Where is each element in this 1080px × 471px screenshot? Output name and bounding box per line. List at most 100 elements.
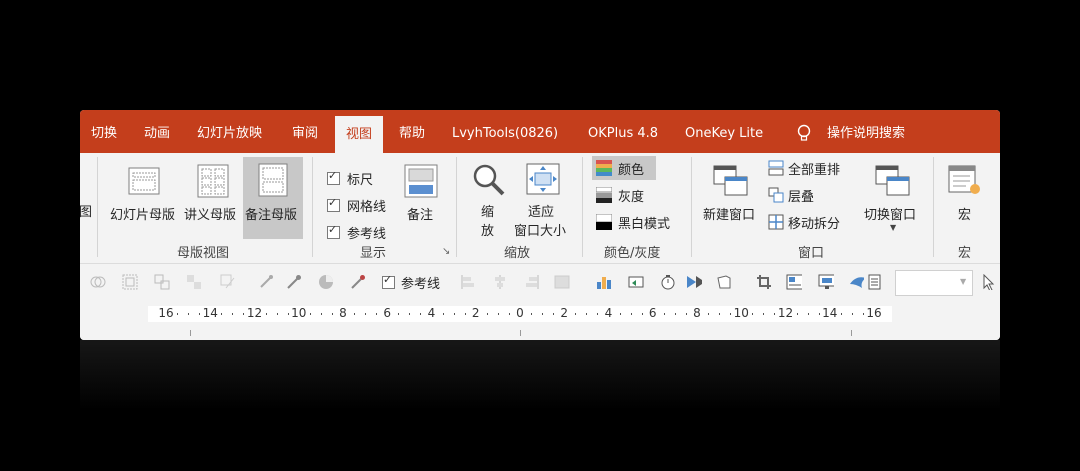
group-icon[interactable] bbox=[122, 274, 138, 290]
ruler-tick bbox=[851, 313, 853, 315]
ruler-label: 8 bbox=[693, 306, 701, 320]
format-icon[interactable] bbox=[220, 274, 236, 290]
tab-lvyhtools[interactable]: LvyhTools(0826) bbox=[452, 110, 558, 153]
ribbon-tab-bar: 切换 动画 幻灯片放映 审阅 视图 帮助 LvyhTools(0826) OKP… bbox=[80, 110, 1000, 153]
color-button[interactable]: 颜色 bbox=[592, 156, 656, 180]
cascade-button[interactable]: 层叠 bbox=[766, 184, 850, 206]
picture-caption-icon[interactable] bbox=[786, 274, 802, 290]
ruler-label: 2 bbox=[560, 306, 569, 320]
align-left-icon[interactable] bbox=[460, 274, 476, 290]
notes-page-icon[interactable] bbox=[866, 274, 882, 290]
grayscale-label: 灰度 bbox=[618, 190, 645, 205]
ruler-label: 6 bbox=[648, 306, 657, 320]
ruler-tick bbox=[309, 313, 311, 315]
animation-icon[interactable] bbox=[686, 274, 702, 290]
tab-okplus[interactable]: OKPlus 4.8 bbox=[588, 110, 658, 153]
tab-onekey[interactable]: OneKey Lite bbox=[685, 110, 763, 153]
handout-master-button[interactable]: 讲义母版 bbox=[183, 159, 243, 239]
move-split-label: 移动拆分 bbox=[788, 217, 841, 232]
ruler-label: 10 bbox=[733, 306, 749, 320]
ruler-label: 2 bbox=[471, 306, 480, 320]
ruler-tick bbox=[796, 313, 798, 315]
eyedropper-icon[interactable] bbox=[286, 274, 302, 290]
align-right-icon[interactable] bbox=[524, 274, 540, 290]
ruler-tick bbox=[674, 313, 676, 315]
tab-animations[interactable]: 动画 bbox=[144, 110, 170, 153]
ruler-tick bbox=[630, 313, 632, 315]
shape-union-icon[interactable] bbox=[90, 274, 106, 290]
ruler-tick bbox=[320, 313, 322, 315]
ruler-label: 6 bbox=[383, 306, 392, 320]
gridlines-checkbox[interactable] bbox=[327, 196, 340, 212]
handout-master-icon bbox=[197, 164, 229, 198]
slide-master-button[interactable]: 幻灯片母版 bbox=[106, 159, 182, 239]
ruler-tick bbox=[221, 313, 223, 315]
slide-master-icon bbox=[128, 167, 160, 195]
new-window-label: 新建窗口 bbox=[703, 208, 756, 223]
ruler-tick bbox=[497, 313, 499, 315]
tab-slideshow[interactable]: 幻灯片放映 bbox=[197, 110, 262, 153]
group-label-window: 窗口 bbox=[798, 246, 825, 261]
ruler-tick bbox=[763, 313, 765, 315]
align-center-icon[interactable] bbox=[492, 274, 508, 290]
powerpoint-window: 切换 动画 幻灯片放映 审阅 视图 帮助 LvyhTools(0826) OKP… bbox=[80, 110, 1000, 340]
macros-label: 宏 bbox=[958, 208, 972, 223]
lightbulb-icon bbox=[797, 124, 811, 141]
tab-view[interactable]: 视图 bbox=[335, 116, 384, 153]
ruler-tick bbox=[752, 313, 754, 315]
tab-help[interactable]: 帮助 bbox=[399, 110, 425, 153]
slide-transition-icon[interactable] bbox=[628, 274, 644, 290]
ruler-label: 4 bbox=[427, 306, 436, 320]
dialog-launcher-icon[interactable]: ↘ bbox=[442, 246, 450, 257]
notes-button[interactable]: 备注 bbox=[398, 159, 446, 239]
eyedropper-icon-2[interactable] bbox=[350, 274, 366, 290]
ungroup-icon[interactable] bbox=[154, 274, 170, 290]
guides-qat-checkbox[interactable] bbox=[382, 273, 395, 289]
pie-icon[interactable] bbox=[318, 274, 334, 290]
notes-master-label: 备注母版 bbox=[245, 208, 298, 223]
ruler-label: 标尺 bbox=[347, 173, 374, 188]
arrange-all-button[interactable]: 全部重排 bbox=[766, 157, 850, 179]
guides-checkbox[interactable] bbox=[327, 223, 340, 239]
regroup-icon[interactable] bbox=[186, 274, 202, 290]
window-reflection bbox=[80, 340, 1000, 410]
tab-review[interactable]: 审阅 bbox=[292, 110, 318, 153]
crop-icon[interactable] bbox=[756, 274, 772, 290]
zoom-button[interactable]: 缩 放 bbox=[469, 159, 509, 239]
ruler-label: 16 bbox=[866, 306, 882, 320]
ruler-tick bbox=[542, 313, 544, 315]
partial-button-label[interactable]: 图 bbox=[80, 201, 92, 220]
notes-master-button[interactable]: 备注母版 bbox=[243, 157, 303, 239]
horizontal-ruler[interactable]: 16 14 12 10 8 6 4 2 0 2 4 6 8 10 12 14 16 bbox=[148, 306, 892, 322]
ruler-tick bbox=[575, 313, 577, 315]
macros-button[interactable]: 宏 bbox=[942, 159, 986, 239]
tab-transitions[interactable]: 切换 bbox=[91, 110, 117, 153]
font-size-dropdown[interactable]: ▼ bbox=[895, 270, 973, 296]
3d-box-icon[interactable]: ▼ bbox=[716, 274, 732, 290]
black-white-button[interactable]: 黑白模式 bbox=[592, 210, 682, 234]
ruler-tab-marker bbox=[190, 330, 191, 336]
ruler-tick bbox=[409, 313, 411, 315]
fit-to-window-button[interactable]: 适应 窗口大小 bbox=[513, 159, 573, 239]
fit-window-icon bbox=[526, 163, 560, 195]
divider bbox=[582, 157, 583, 257]
screen-icon[interactable] bbox=[818, 274, 834, 290]
timer-icon[interactable] bbox=[660, 274, 676, 290]
fill-color-icon[interactable]: ▼ bbox=[554, 274, 570, 290]
move-split-button[interactable]: 移动拆分 bbox=[766, 211, 850, 233]
quick-access-toolbar: 参考线 ▼ ▼ ▼ bbox=[80, 264, 1000, 300]
ruler-tick bbox=[807, 313, 809, 315]
guides-label: 参考线 bbox=[347, 227, 387, 242]
ruler-checkbox[interactable] bbox=[327, 169, 340, 185]
new-window-button[interactable]: 新建窗口 bbox=[700, 159, 762, 239]
ruler-tick bbox=[708, 313, 710, 315]
eraser-icon[interactable] bbox=[258, 274, 274, 290]
select-cursor-icon[interactable] bbox=[982, 274, 998, 290]
grayscale-button[interactable]: 灰度 bbox=[592, 183, 656, 207]
ruler-tab-marker bbox=[851, 330, 852, 336]
switch-windows-button[interactable]: 切换窗口 ▼ bbox=[860, 159, 924, 239]
switch-windows-icon bbox=[875, 165, 910, 196]
tell-me-search[interactable]: 操作说明搜索 bbox=[827, 110, 905, 153]
bird-icon[interactable] bbox=[848, 274, 864, 290]
bar-chart-icon[interactable] bbox=[596, 274, 612, 290]
